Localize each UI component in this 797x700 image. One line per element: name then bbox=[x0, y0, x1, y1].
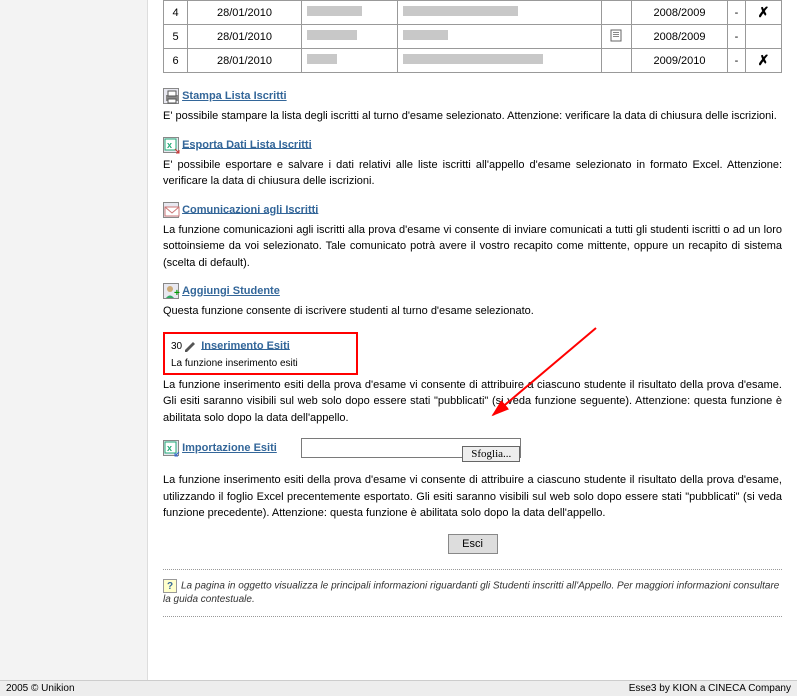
row-date: 28/01/2010 bbox=[188, 25, 302, 49]
export-link-label[interactable]: Esporta Dati Lista Iscritti bbox=[182, 138, 312, 150]
print-link[interactable]: Stampa Lista Iscritti bbox=[163, 88, 782, 104]
table-row: 6 28/01/2010 2009/2010 - ✗ bbox=[164, 49, 782, 73]
students-table: 4 28/01/2010 2008/2009 - ✗ 5 28/01/2010 … bbox=[163, 0, 782, 73]
insert-results-desc: La funzione inserimento esiti della prov… bbox=[163, 377, 782, 427]
add-student-link-label[interactable]: Aggiungi Studente bbox=[182, 285, 280, 297]
row-year: 2009/2010 bbox=[632, 49, 728, 73]
divider bbox=[163, 569, 782, 570]
browse-button[interactable]: Sfoglia... bbox=[462, 446, 520, 462]
row-delete[interactable]: ✗ bbox=[746, 1, 782, 25]
footer: 2005 © Unikion Esse3 by KION a CINECA Co… bbox=[0, 680, 797, 696]
highlighted-box: 30 Inserimento Esiti La funzione inserim… bbox=[163, 332, 358, 375]
insert-prefix: 30 bbox=[171, 340, 182, 351]
communicate-desc: La funzione comunicazioni agli iscritti … bbox=[163, 222, 782, 272]
row-redacted bbox=[398, 25, 602, 49]
delete-icon: ✗ bbox=[758, 52, 770, 68]
row-number: 4 bbox=[164, 1, 188, 25]
excel-export-icon: x bbox=[163, 137, 179, 153]
svg-text:x: x bbox=[167, 443, 172, 453]
import-link-label[interactable]: Importazione Esiti bbox=[182, 442, 277, 454]
export-desc: E' possibile esportare e salvare i dati … bbox=[163, 157, 782, 190]
file-path-field[interactable] bbox=[302, 439, 462, 457]
print-link-label[interactable]: Stampa Lista Iscritti bbox=[182, 90, 287, 102]
row-dash: - bbox=[728, 25, 746, 49]
row-date: 28/01/2010 bbox=[188, 49, 302, 73]
document-icon bbox=[610, 28, 624, 42]
footer-left: 2005 © Unikion bbox=[6, 683, 75, 694]
row-year: 2008/2009 bbox=[632, 25, 728, 49]
row-status-icon bbox=[602, 49, 632, 73]
row-redacted bbox=[398, 49, 602, 73]
row-status-icon bbox=[602, 25, 632, 49]
file-input-wrapper[interactable]: Sfoglia... bbox=[301, 438, 521, 458]
row-date: 28/01/2010 bbox=[188, 1, 302, 25]
insert-results-partial: La funzione inserimento esiti bbox=[171, 358, 350, 369]
delete-icon: ✗ bbox=[758, 4, 770, 20]
help-text: ?La pagina in oggetto visualizza le prin… bbox=[163, 576, 782, 611]
row-dash: - bbox=[728, 1, 746, 25]
help-text-content: La pagina in oggetto visualizza le princ… bbox=[163, 580, 779, 605]
row-redacted bbox=[302, 25, 398, 49]
svg-text:x: x bbox=[167, 140, 172, 150]
row-redacted bbox=[302, 1, 398, 25]
communicate-link-label[interactable]: Comunicazioni agli Iscritti bbox=[182, 203, 318, 215]
row-dash: - bbox=[728, 49, 746, 73]
insert-results-link-label[interactable]: Inserimento Esiti bbox=[201, 339, 290, 351]
exit-button[interactable]: Esci bbox=[448, 534, 498, 554]
row-status-icon bbox=[602, 1, 632, 25]
print-desc: E' possibile stampare la lista degli isc… bbox=[163, 108, 782, 125]
edit-icon bbox=[182, 338, 198, 354]
divider bbox=[163, 616, 782, 617]
svg-text:+: + bbox=[174, 288, 180, 299]
add-student-link[interactable]: + Aggiungi Studente bbox=[163, 283, 782, 299]
import-desc: La funzione inserimento esiti della prov… bbox=[163, 472, 782, 522]
sidebar bbox=[0, 0, 148, 680]
row-redacted bbox=[398, 1, 602, 25]
row-delete[interactable]: ✗ bbox=[746, 49, 782, 73]
add-student-desc: Questa funzione consente di iscrivere st… bbox=[163, 303, 782, 320]
communicate-link[interactable]: Comunicazioni agli Iscritti bbox=[163, 202, 782, 218]
table-row: 5 28/01/2010 2008/2009 - bbox=[164, 25, 782, 49]
row-number: 6 bbox=[164, 49, 188, 73]
help-icon[interactable]: ? bbox=[163, 579, 177, 593]
footer-right: Esse3 by KION a CINECA Company bbox=[629, 683, 791, 694]
mail-icon bbox=[163, 202, 179, 218]
add-user-icon: + bbox=[163, 283, 179, 299]
row-number: 5 bbox=[164, 25, 188, 49]
excel-import-icon: x bbox=[163, 440, 179, 456]
table-row: 4 28/01/2010 2008/2009 - ✗ bbox=[164, 1, 782, 25]
row-year: 2008/2009 bbox=[632, 1, 728, 25]
import-row: x Importazione Esiti Sfoglia... bbox=[163, 438, 782, 458]
row-redacted bbox=[302, 49, 398, 73]
row-delete bbox=[746, 25, 782, 49]
insert-results-link[interactable]: 30 Inserimento Esiti bbox=[171, 338, 350, 354]
export-link[interactable]: x Esporta Dati Lista Iscritti bbox=[163, 137, 782, 153]
main-content: 4 28/01/2010 2008/2009 - ✗ 5 28/01/2010 … bbox=[148, 0, 797, 633]
printer-icon bbox=[163, 88, 179, 104]
